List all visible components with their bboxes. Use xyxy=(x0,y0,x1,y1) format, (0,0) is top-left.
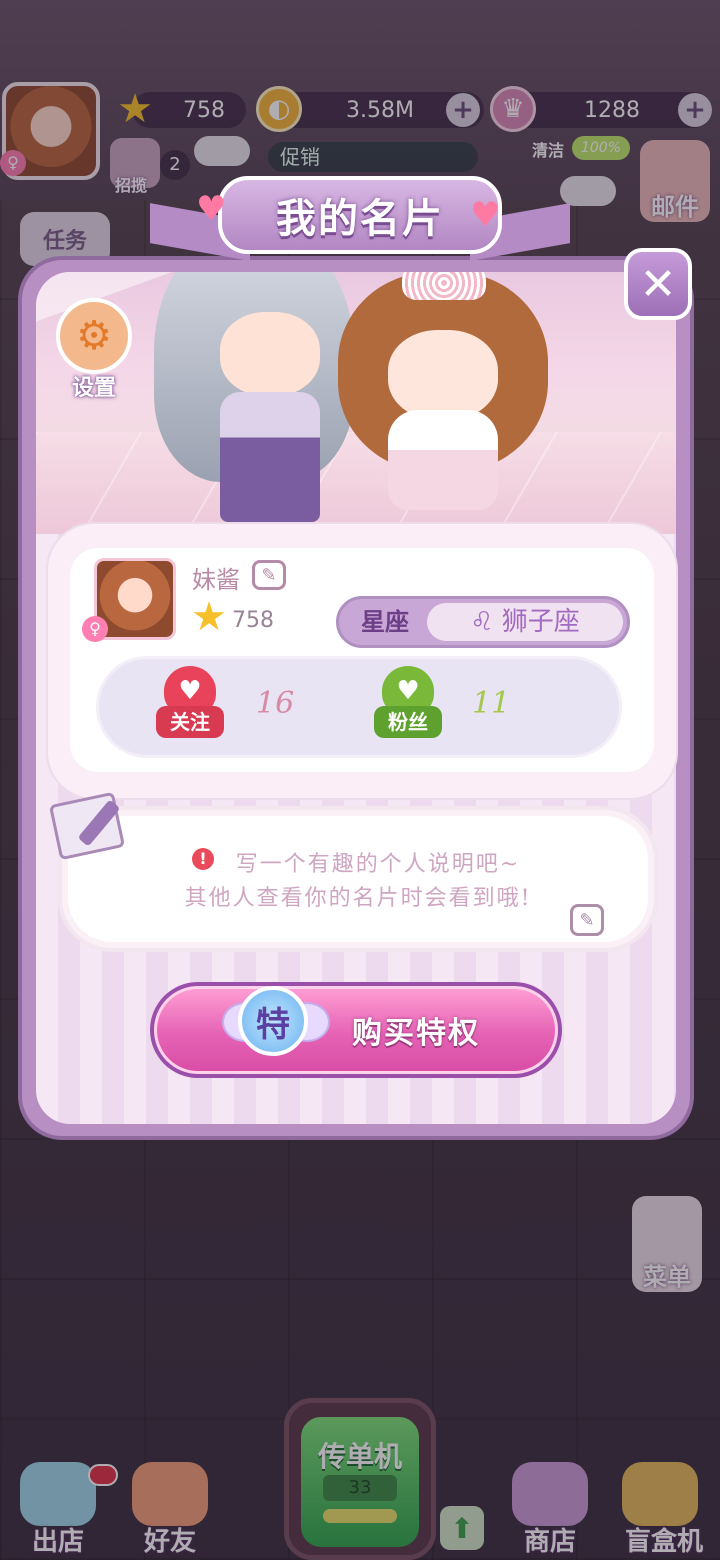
male-character-outfit xyxy=(220,392,320,522)
close-button[interactable]: ✕ xyxy=(624,248,692,320)
photo-floor xyxy=(36,432,676,534)
zodiac-selector[interactable]: 星座 ♌ 狮子座 xyxy=(336,596,630,648)
star-icon: ★ xyxy=(191,594,227,640)
female-icon: ♀ xyxy=(82,616,108,642)
heart-icon: ♥ xyxy=(470,195,501,235)
privilege-badge: 特 xyxy=(222,986,330,1066)
zodiac-value: ♌ 狮子座 xyxy=(427,603,623,641)
follow-count: 16 xyxy=(256,686,295,721)
male-character-face xyxy=(220,312,320,396)
follow-label: 关注 xyxy=(156,706,224,738)
gear-icon: ⚙ xyxy=(56,298,132,374)
bow-decoration xyxy=(402,272,486,300)
female-character-face xyxy=(388,330,498,420)
character-photo xyxy=(36,272,676,534)
nickname: 妹酱 xyxy=(192,566,240,594)
female-character-outfit xyxy=(388,410,498,510)
fans-button[interactable]: ♥ 粉丝 xyxy=(374,666,442,742)
description-box[interactable] xyxy=(58,806,658,952)
edit-description-icon[interactable]: ✎ xyxy=(570,904,604,936)
description-line-2: 其他人查看你的名片时会看到哦! xyxy=(184,886,532,911)
buy-privilege-label: 购买特权 xyxy=(352,1016,480,1051)
close-icon: ✕ xyxy=(639,258,677,310)
edit-nickname-icon[interactable]: ✎ xyxy=(252,560,286,590)
zodiac-label: 星座 xyxy=(361,608,409,636)
follow-button[interactable]: ♥ 关注 xyxy=(156,666,224,742)
modal-title: 我的名片 xyxy=(218,176,502,254)
settings-button[interactable]: ⚙ 设置 xyxy=(56,298,132,402)
description-line-1: 写一个有趣的个人说明吧~ xyxy=(235,852,521,877)
settings-label: 设置 xyxy=(71,376,116,401)
fans-label: 粉丝 xyxy=(374,706,442,738)
player-level: 758 xyxy=(232,608,274,633)
privilege-icon: 特 xyxy=(238,986,308,1056)
heart-icon: ♥ xyxy=(196,189,227,229)
fans-count: 11 xyxy=(472,686,511,721)
